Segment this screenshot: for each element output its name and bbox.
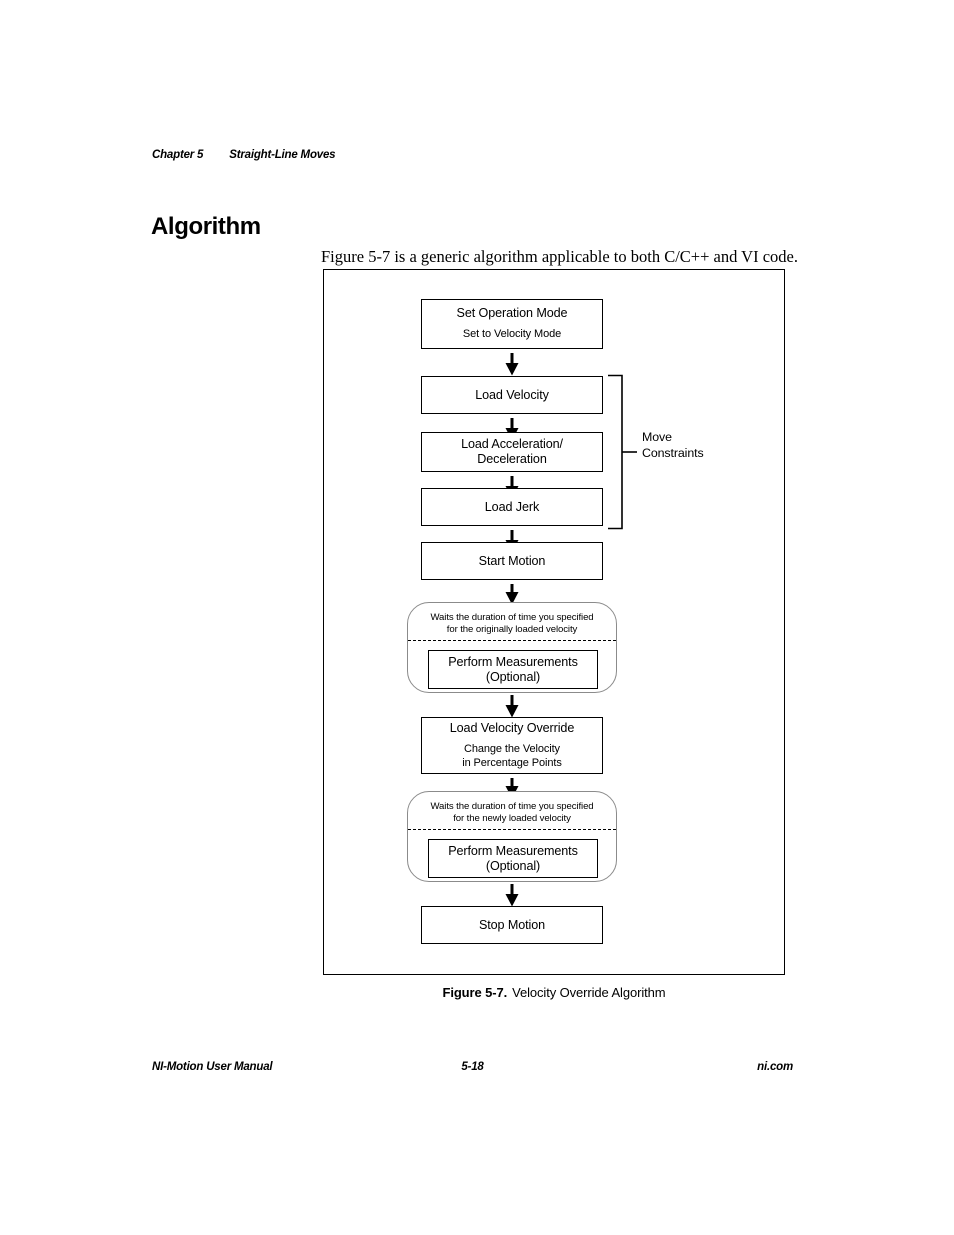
flow-arrow-1	[505, 353, 519, 376]
flow-node-title: Set Operation Mode	[456, 306, 568, 321]
flow-node-title: Load Velocity	[475, 387, 549, 402]
figure-caption-label: Figure 5-7.	[442, 985, 508, 1000]
flow-node-subtitle-2: in Percentage Points	[462, 756, 562, 769]
wait-group-original-velocity: Waits the duration of time you specified…	[407, 602, 617, 693]
figure-caption: Figure 5-7. Velocity Override Algorithm	[323, 985, 785, 1000]
wait-group-divider	[408, 640, 616, 641]
move-constraints-label-line1: Move	[642, 430, 672, 444]
flow-node-stop-motion: Stop Motion	[421, 906, 606, 947]
flow-node-title: Load Acceleration/	[461, 437, 563, 451]
flow-node-load-velocity: Load Velocity	[421, 376, 606, 417]
move-constraints-label-line2: Constraints	[642, 445, 704, 460]
flowchart: Set Operation Mode Set to Velocity Mode …	[324, 270, 786, 976]
flow-node-title: Perform Measurements	[448, 843, 578, 858]
flow-node-title: Perform Measurements	[448, 654, 578, 669]
flow-node-perform-measurements-1: Perform Measurements (Optional)	[428, 650, 601, 692]
flow-arrow-8	[505, 884, 519, 907]
flow-node-title: Load Jerk	[484, 499, 540, 514]
wait-group-text: Waits the duration of time you specified…	[408, 612, 616, 636]
flow-node-subtitle-1: Change the Velocity	[464, 743, 560, 755]
body-paragraph: Figure 5-7 is a generic algorithm applic…	[321, 246, 798, 266]
running-head: Chapter 5 Straight-Line Moves	[152, 149, 336, 161]
footer-page-number: 5-18	[461, 1061, 484, 1073]
wait-group-divider	[408, 829, 616, 830]
flow-node-subtitle: (Optional)	[485, 858, 541, 873]
flow-arrow-6	[505, 695, 519, 718]
flow-node-subtitle: (Optional)	[485, 669, 541, 684]
footer-website: ni.com	[757, 1061, 793, 1073]
flow-node-subtitle: Deceleration	[477, 452, 547, 466]
wait-group-text-line1: Waits the duration of time you specified	[430, 801, 594, 812]
flow-node-subtitle: Set to Velocity Mode	[462, 328, 562, 341]
flow-node-start-motion: Start Motion	[421, 542, 606, 583]
running-head-section: Straight-Line Moves	[229, 149, 336, 161]
figure-frame: Set Operation Mode Set to Velocity Mode …	[323, 269, 785, 975]
flow-node-perform-measurements-2: Perform Measurements (Optional)	[428, 839, 601, 881]
move-constraints-bracket	[608, 374, 637, 530]
flow-node-title: Load Velocity Override	[449, 721, 575, 735]
wait-group-text-line2: for the newly loaded velocity	[453, 813, 571, 825]
page-title: Algorithm	[151, 213, 261, 241]
wait-group-newly-loaded-velocity: Waits the duration of time you specified…	[407, 791, 617, 882]
figure-caption-text: Velocity Override Algorithm	[512, 985, 666, 1000]
flow-node-load-velocity-override: Load Velocity Override Change the Veloci…	[421, 717, 606, 777]
flow-node-title: Stop Motion	[478, 917, 546, 932]
wait-group-text-line1: Waits the duration of time you specified	[430, 612, 594, 623]
flow-node-title: Start Motion	[478, 553, 546, 568]
move-constraints-label: Move Constraints	[642, 430, 704, 461]
wait-group-text-line2: for the originally loaded velocity	[446, 624, 578, 636]
wait-group-text: Waits the duration of time you specified…	[408, 801, 616, 825]
running-head-chapter: Chapter 5	[152, 149, 204, 161]
flow-node-load-acceleration-deceleration: Load Acceleration/ Deceleration	[421, 432, 606, 475]
flow-node-set-operation-mode: Set Operation Mode Set to Velocity Mode	[421, 299, 606, 352]
flow-node-load-jerk: Load Jerk	[421, 488, 606, 529]
